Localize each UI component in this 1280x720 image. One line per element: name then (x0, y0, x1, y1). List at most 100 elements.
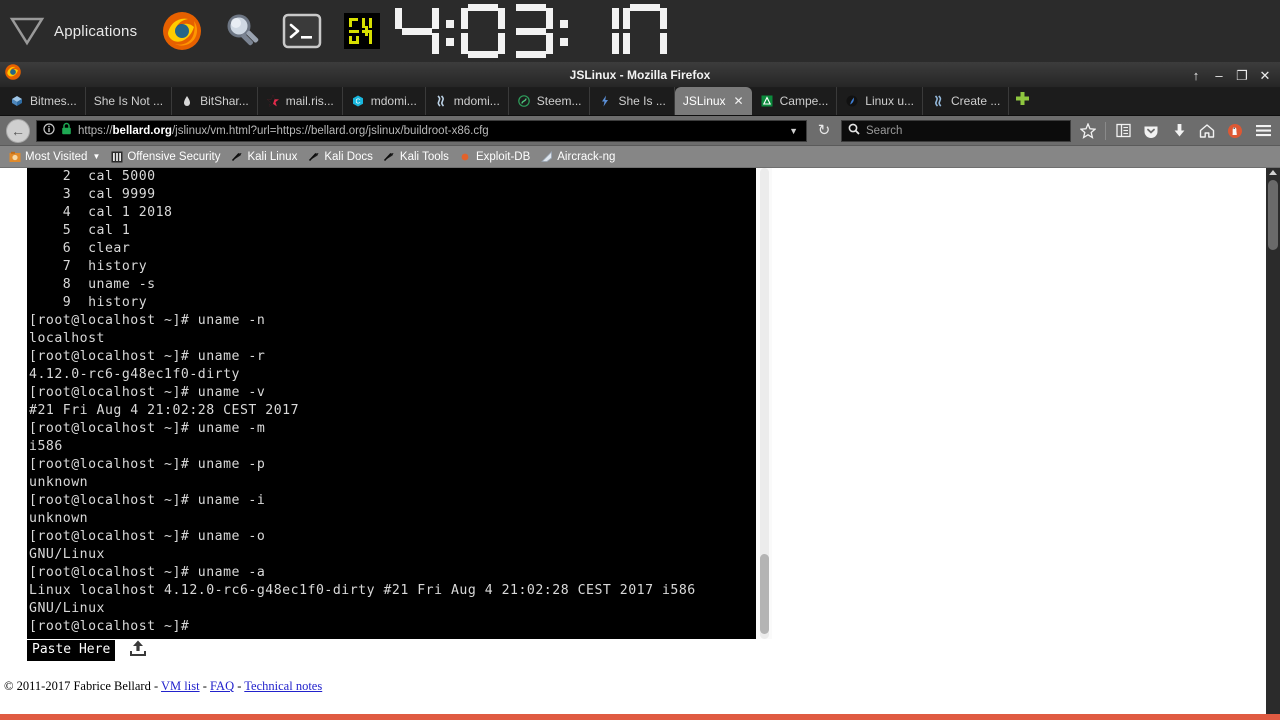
upload-file-button[interactable] (127, 639, 149, 661)
page-scrollbar[interactable] (1266, 168, 1280, 720)
firefox-launcher[interactable] (155, 4, 209, 58)
clock-digit-min-tens (461, 4, 506, 58)
hamburger-menu-button[interactable] (1252, 120, 1274, 142)
terminal-line: [root@localhost ~]# uname -p (29, 457, 266, 472)
window-maximize-button[interactable]: ❐ (1235, 69, 1249, 82)
tab-label: Steem... (536, 94, 582, 108)
panel-clock[interactable]: 4:03:17 (395, 4, 671, 58)
bookmark-aircrack-ng[interactable]: Aircrack-ng (536, 150, 619, 163)
bookmark-label: Kali Docs (324, 150, 373, 163)
footer-link-faq[interactable]: FAQ (210, 679, 234, 693)
back-button[interactable]: ← (6, 118, 30, 143)
firefox-icon (4, 63, 22, 86)
padlock-icon[interactable] (61, 122, 72, 140)
steem-icon (931, 94, 945, 108)
sidebar-list-button[interactable] (1112, 120, 1134, 142)
paste-here-button[interactable]: Paste Here (27, 639, 116, 661)
terminal-line: 6 clear (29, 241, 131, 256)
search-icon (848, 122, 860, 140)
most-visited-icon (8, 150, 21, 163)
browser-tab-3[interactable]: mail.ris... (258, 87, 343, 115)
browser-tab-6[interactable]: Steem... (509, 87, 591, 115)
reload-icon: ↻ (817, 122, 831, 139)
browser-tab-7[interactable]: She Is ... (590, 87, 675, 115)
terminal-line: unknown (29, 475, 89, 490)
scroll-up-arrow-icon[interactable] (1269, 170, 1277, 175)
lightning-icon (598, 94, 612, 108)
footer-link-vm-list[interactable]: VM list (161, 679, 200, 693)
applications-menu-label[interactable]: Applications (54, 23, 147, 40)
pocket-icon (1143, 123, 1159, 139)
terminal-line: [root@localhost ~]# uname -r (29, 349, 266, 364)
clock-digit-sec-tens (575, 4, 620, 58)
browser-tab-9[interactable]: Campe... (752, 87, 838, 115)
bookmark-most-visited[interactable]: Most Visited ▼ (4, 150, 104, 163)
tab-close-icon[interactable]: ✕ (734, 94, 744, 108)
terminal-scrollbar-thumb[interactable] (760, 554, 769, 634)
footer-sep-2: - (234, 679, 245, 693)
tab-label: Create ... (951, 94, 1001, 108)
tab-label: BitShar... (200, 94, 249, 108)
bookmark-exploit-db[interactable]: Exploit-DB (455, 150, 534, 163)
chevron-down-icon[interactable]: ▼ (92, 152, 100, 161)
info-circle-icon[interactable] (43, 122, 55, 140)
footer-link-technical-notes[interactable]: Technical notes (244, 679, 322, 693)
browser-tab-5[interactable]: mdomi... (426, 87, 509, 115)
calculator-launcher[interactable] (335, 4, 389, 58)
firefox-window: JSLinux - Mozilla Firefox ↑ – ❐ ✕ Bitmes… (0, 62, 1280, 720)
browser-tab-11[interactable]: Create ... (923, 87, 1010, 115)
plus-icon (1015, 91, 1030, 111)
browser-tab-2[interactable]: BitShar... (172, 87, 258, 115)
bookmark-label: Aircrack-ng (557, 150, 616, 163)
clock-digit-hour (395, 4, 440, 58)
navigation-toolbar: ← https://bellard.org/jslinux/vm.html?ur… (0, 116, 1280, 146)
terminal-line: GNU/Linux (29, 547, 105, 562)
pocket-button[interactable] (1140, 120, 1162, 142)
offensive-security-icon (110, 150, 123, 163)
page-scrollbar-thumb[interactable] (1268, 180, 1278, 250)
browser-tab-4[interactable]: C mdomi... (343, 87, 426, 115)
bookmark-kali-tools[interactable]: Kali Tools (379, 150, 453, 163)
window-restore-up-button[interactable]: ↑ (1189, 69, 1203, 82)
terminal-launcher[interactable] (275, 4, 329, 58)
bookmark-offensive-security[interactable]: Offensive Security (106, 150, 224, 163)
reload-button[interactable]: ↻ (813, 120, 835, 142)
toolbar-separator (1105, 121, 1106, 140)
terminal-screen[interactable]: 2 cal 5000 3 cal 9999 4 cal 1 2018 5 cal… (27, 168, 763, 639)
bookmark-star-button[interactable] (1077, 120, 1099, 142)
tab-label: Linux u... (865, 94, 914, 108)
clock-colon-2 (557, 4, 571, 58)
downloads-button[interactable] (1168, 120, 1190, 142)
terminal-line: 7 history (29, 259, 148, 274)
browser-tab-10[interactable]: Linux u... (837, 87, 923, 115)
svg-text:C: C (355, 99, 360, 106)
duckduckgo-privacy-button[interactable] (1224, 120, 1246, 142)
url-dropdown-icon[interactable]: ▼ (789, 126, 800, 136)
url-bar[interactable]: https://bellard.org/jslinux/vm.html?url=… (36, 119, 807, 142)
new-tab-button[interactable] (1009, 87, 1035, 115)
browser-tab-0[interactable]: Bitmes... (2, 87, 86, 115)
window-minimize-button[interactable]: – (1212, 69, 1226, 82)
bookmark-kali-docs[interactable]: Kali Docs (303, 150, 377, 163)
terminal-line: Linux localhost 4.12.0-rc6-g48ec1f0-dirt… (29, 583, 696, 598)
terminal-scrollbar[interactable] (756, 168, 772, 639)
tab-label: JSLinux (682, 94, 726, 108)
triangle-down-icon (9, 15, 45, 47)
terminal-line: 4.12.0-rc6-g48ec1f0-dirty (29, 367, 240, 382)
bookmark-kali-linux[interactable]: Kali Linux (226, 150, 301, 163)
browser-tab-1[interactable]: She Is Not ... (86, 87, 173, 115)
terminal-line: 2 cal 5000 (29, 169, 156, 184)
home-icon (1199, 123, 1215, 139)
window-controls: ↑ – ❐ ✕ (1189, 62, 1276, 88)
browser-tab-jslinux-active[interactable]: JSLinux ✕ (674, 87, 752, 115)
search-input-placeholder[interactable]: Search (866, 125, 902, 137)
calculator-icon (340, 9, 384, 53)
home-button[interactable] (1196, 120, 1218, 142)
bookmarks-toolbar: Most Visited ▼ Offensive Security Kali L… (0, 146, 1280, 168)
applications-menu-arrow[interactable] (0, 0, 54, 62)
window-close-button[interactable]: ✕ (1258, 69, 1272, 82)
search-launcher[interactable] (215, 4, 269, 58)
search-bar[interactable]: Search (841, 119, 1071, 142)
kali-dragon-icon (230, 150, 243, 163)
clock-digit-min-ones (509, 4, 554, 58)
